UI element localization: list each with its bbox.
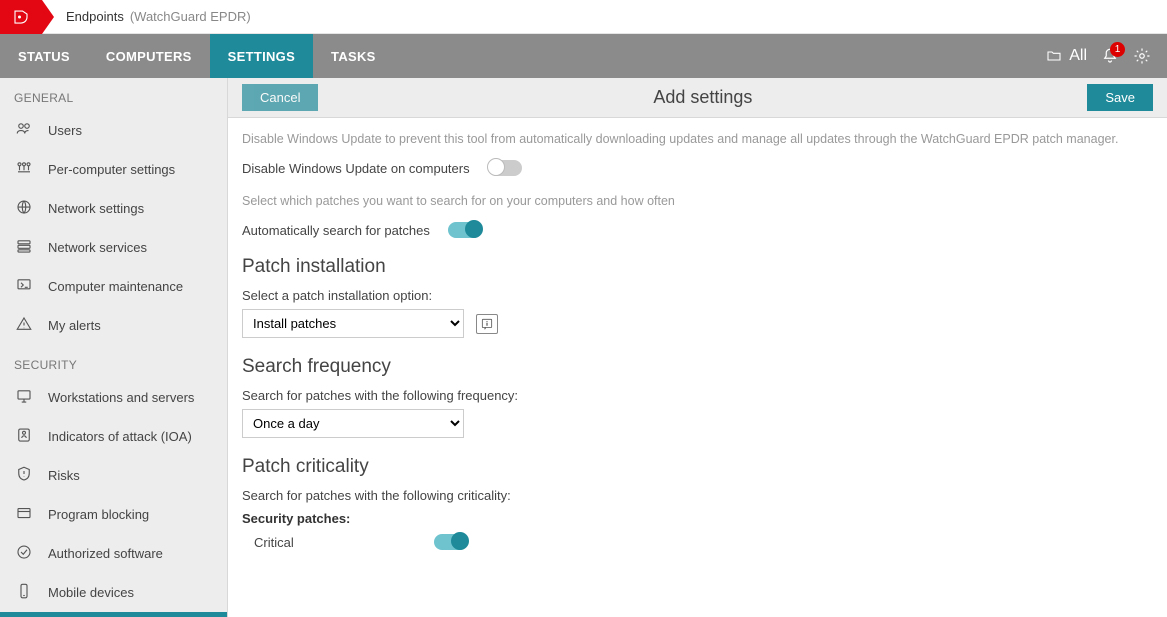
frequency-select[interactable]: Once a day [242, 409, 464, 438]
sidebar-item-label: Users [48, 123, 82, 138]
shield-icon [14, 465, 34, 486]
patch-installation-heading: Patch installation [242, 256, 1153, 278]
sidebar-item-label: Per-computer settings [48, 162, 175, 177]
sidebar-item-network-settings[interactable]: Network settings [0, 189, 227, 228]
gear-icon [1133, 47, 1151, 65]
sidebar-item-label: Indicators of attack (IOA) [48, 429, 192, 444]
percomp-icon [14, 159, 34, 180]
notification-badge: 1 [1110, 42, 1125, 57]
sidebar-item-label: Risks [48, 468, 80, 483]
patch-criticality-heading: Patch criticality [242, 456, 1153, 478]
ioa-icon [14, 426, 34, 447]
save-button[interactable]: Save [1087, 84, 1153, 111]
sidebar-item-label: Workstations and servers [48, 390, 194, 405]
sidebar-item-label: Network services [48, 240, 147, 255]
wu-toggle-label: Disable Windows Update on computers [242, 161, 470, 176]
sidebar: GENERAL Users Per-computer settings Network… [0, 78, 228, 617]
sidebar-item-label: Network settings [48, 201, 144, 216]
sidebar-item-users[interactable]: Users [0, 111, 227, 150]
settings-panel: Disable Windows Update to prevent this t… [228, 118, 1167, 617]
disable-wu-toggle[interactable] [488, 160, 522, 176]
sidebar-group-general: GENERAL [0, 78, 227, 111]
sidebar-item-indicators-of-attack-ioa-[interactable]: Indicators of attack (IOA) [0, 417, 227, 456]
info-icon [480, 317, 494, 331]
sidebar-item-my-alerts[interactable]: My alerts [0, 306, 227, 345]
sidebar-item-patch-management[interactable]: Patch management [0, 612, 227, 617]
servers-icon [14, 237, 34, 258]
sidebar-item-label: Computer maintenance [48, 279, 183, 294]
frequency-label: Search for patches with the following fr… [242, 388, 1153, 403]
sidebar-item-label: Program blocking [48, 507, 149, 522]
page-title: Add settings [330, 87, 1075, 108]
top-bar: Endpoints (WatchGuard EPDR) [0, 0, 1167, 34]
breadcrumb-main[interactable]: Endpoints [66, 9, 124, 24]
breadcrumb-sub: (WatchGuard EPDR) [130, 9, 251, 24]
security-patches-label: Security patches: [242, 511, 1153, 526]
nav-tab-status[interactable]: STATUS [0, 34, 88, 78]
sidebar-item-per-computer-settings[interactable]: Per-computer settings [0, 150, 227, 189]
sidebar-item-program-blocking[interactable]: Program blocking [0, 495, 227, 534]
sidebar-item-computer-maintenance[interactable]: Computer maintenance [0, 267, 227, 306]
all-label: All [1069, 47, 1087, 65]
shield-logo-icon [11, 8, 31, 26]
sidebar-item-workstations-and-servers[interactable]: Workstations and servers [0, 378, 227, 417]
wu-help-text: Disable Windows Update to prevent this t… [242, 132, 1153, 146]
nav-bar: STATUSCOMPUTERSSETTINGSTASKS All 1 [0, 34, 1167, 78]
notifications-button[interactable]: 1 [1101, 47, 1119, 65]
main-panel: Cancel Add settings Save Disable Windows… [228, 78, 1167, 617]
search-frequency-heading: Search frequency [242, 356, 1153, 378]
sidebar-item-authorized-software[interactable]: Authorized software [0, 534, 227, 573]
page-header: Cancel Add settings Save [228, 78, 1167, 118]
brand-logo [0, 0, 42, 34]
sidebar-group-security: SECURITY [0, 345, 227, 378]
sidebar-item-mobile-devices[interactable]: Mobile devices [0, 573, 227, 612]
cancel-button[interactable]: Cancel [242, 84, 318, 111]
maint-icon [14, 276, 34, 297]
install-info-button[interactable] [476, 314, 498, 334]
users-icon [14, 120, 34, 141]
nav-tab-tasks[interactable]: TASKS [313, 34, 394, 78]
auto-search-label: Automatically search for patches [242, 223, 430, 238]
folder-icon [1045, 48, 1063, 64]
install-option-label: Select a patch installation option: [242, 288, 1153, 303]
critical-toggle[interactable] [434, 534, 468, 550]
nav-tab-settings[interactable]: SETTINGS [210, 34, 313, 78]
sidebar-item-label: Authorized software [48, 546, 163, 561]
sidebar-item-label: My alerts [48, 318, 101, 333]
settings-gear-button[interactable] [1133, 47, 1151, 65]
auto-search-toggle[interactable] [448, 222, 482, 238]
breadcrumb: Endpoints (WatchGuard EPDR) [66, 9, 251, 24]
sidebar-item-network-services[interactable]: Network services [0, 228, 227, 267]
sidebar-item-label: Mobile devices [48, 585, 134, 600]
nav-tab-computers[interactable]: COMPUTERS [88, 34, 210, 78]
globe-icon [14, 198, 34, 219]
search-help-text: Select which patches you want to search … [242, 194, 1153, 208]
alert-icon [14, 315, 34, 336]
all-button[interactable]: All [1045, 47, 1087, 65]
critical-label: Critical [254, 535, 294, 550]
sidebar-item-risks[interactable]: Risks [0, 456, 227, 495]
monitor-icon [14, 387, 34, 408]
auth-icon [14, 543, 34, 564]
install-option-select[interactable]: Install patches [242, 309, 464, 338]
criticality-label: Search for patches with the following cr… [242, 488, 1153, 503]
mobile-icon [14, 582, 34, 603]
block-icon [14, 504, 34, 525]
